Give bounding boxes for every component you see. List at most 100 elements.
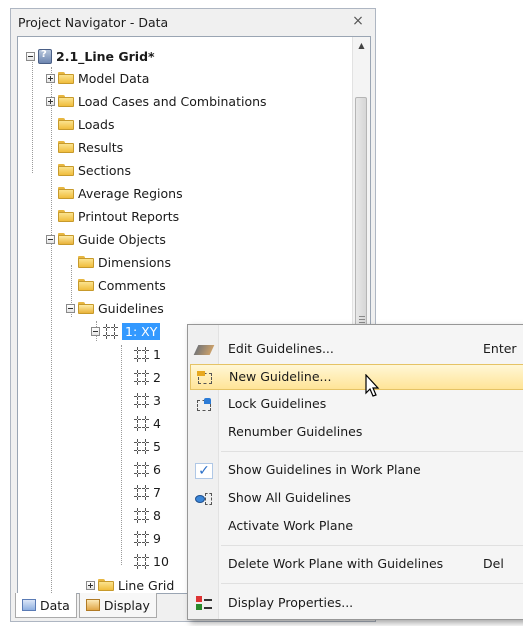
tree-item-label: Load Cases and Combinations — [78, 93, 267, 109]
menu-item-label: New Guideline... — [229, 369, 332, 384]
tree-item-guideline[interactable]: 10 — [134, 550, 169, 572]
menu-item-edit-guidelines[interactable]: Edit Guidelines... Enter — [190, 337, 523, 363]
tree-item-guideline[interactable]: 5 — [134, 435, 161, 457]
tree-item-label: 2 — [153, 369, 161, 385]
tree-item-guide-objects[interactable]: Guide Objects — [46, 228, 166, 250]
tree-item-label: 8 — [153, 507, 161, 523]
data-tab-icon — [22, 599, 36, 611]
tree-item-average-regions[interactable]: Average Regions — [58, 182, 183, 204]
tab-data[interactable]: Data — [15, 593, 77, 618]
edit-icon — [193, 342, 215, 358]
menu-item-label: Lock Guidelines — [228, 396, 327, 411]
grip-line — [359, 316, 365, 317]
tree-item-label: Guide Objects — [78, 231, 166, 247]
dimensions-folder-icon — [78, 256, 94, 268]
folder-icon — [58, 72, 74, 84]
tree-item-label: Printout Reports — [78, 208, 180, 224]
tree-item-label: Results — [78, 139, 124, 155]
close-icon[interactable]: × — [350, 13, 366, 29]
menu-item-show-all-guidelines[interactable]: Show All Guidelines — [190, 486, 523, 512]
menu-item-new-guideline[interactable]: New Guideline... — [190, 364, 523, 390]
comments-folder-icon — [78, 279, 94, 291]
tree-item-load-cases[interactable]: Load Cases and Combinations — [46, 90, 267, 112]
tree-item-label: Average Regions — [78, 185, 183, 201]
guideline-icon — [134, 346, 149, 362]
expand-icon[interactable] — [46, 73, 55, 83]
tree-item-label: Sections — [78, 162, 131, 178]
menu-item-lock-guidelines[interactable]: Lock Guidelines — [190, 392, 523, 418]
tree-item-label: 4 — [153, 415, 161, 431]
tree-item-work-plane-xy[interactable]: 1: XY — [91, 320, 161, 342]
tab-label: Display — [103, 597, 150, 613]
tree-item-guideline[interactable]: 2 — [134, 366, 161, 388]
tree-item-results[interactable]: Results — [58, 136, 123, 158]
menu-item-label: Display Properties... — [228, 595, 354, 610]
folder-icon — [58, 164, 74, 176]
expand-icon[interactable] — [86, 580, 95, 590]
menu-item-renumber-guidelines[interactable]: Renumber Guidelines — [190, 420, 523, 446]
menu-item-delete-work-plane[interactable]: Delete Work Plane with Guidelines Del — [190, 552, 523, 578]
folder-icon — [58, 187, 74, 199]
guideline-icon — [134, 530, 149, 546]
lock-icon — [195, 397, 213, 413]
tree-item-line-grid[interactable]: Line Grid — [86, 574, 174, 593]
collapse-icon[interactable] — [66, 303, 75, 313]
tree-connector — [51, 67, 52, 593]
tree-item-label: Loads — [78, 116, 115, 132]
eye-icon — [195, 491, 213, 507]
tree-item-printout-reports[interactable]: Printout Reports — [58, 205, 179, 227]
collapse-icon[interactable] — [46, 234, 55, 244]
guideline-icon — [134, 415, 149, 431]
tree-item-guideline[interactable]: 3 — [134, 389, 161, 411]
tree-item-loads[interactable]: Loads — [58, 113, 115, 135]
tree-root[interactable]: 2.1_Line Grid* — [26, 45, 155, 67]
tree-item-label: Dimensions — [98, 254, 171, 270]
folder-icon — [58, 210, 74, 222]
tree-item-guideline[interactable]: 7 — [134, 481, 161, 503]
guideline-icon — [134, 507, 149, 523]
folder-icon — [58, 118, 74, 130]
menu-item-label: Show All Guidelines — [228, 490, 351, 505]
folder-icon — [58, 141, 74, 153]
guideline-icon — [134, 461, 149, 477]
menu-separator — [221, 545, 523, 546]
new-guideline-icon — [196, 370, 214, 386]
tree-item-dimensions[interactable]: Dimensions — [78, 251, 171, 273]
folder-icon — [58, 95, 74, 107]
menu-item-label: Activate Work Plane — [228, 518, 354, 533]
tree-item-guideline[interactable]: 6 — [134, 458, 161, 480]
tree-item-label: Guidelines — [98, 300, 164, 316]
menu-item-display-properties[interactable]: Display Properties... — [190, 591, 523, 617]
tree-item-model-data[interactable]: Model Data — [46, 67, 149, 89]
tree-item-guideline[interactable]: 8 — [134, 504, 161, 526]
grip-line — [359, 319, 365, 320]
collapse-icon[interactable] — [26, 51, 35, 61]
tree-item-sections[interactable]: Sections — [58, 159, 131, 181]
menu-item-show-guidelines-in-work-plane[interactable]: ✓ Show Guidelines in Work Plane — [190, 458, 523, 484]
tab-label: Data — [40, 597, 70, 613]
tree-item-guideline[interactable]: 4 — [134, 412, 161, 434]
scroll-up-icon[interactable]: ▲ — [353, 37, 370, 54]
menu-item-activate-work-plane[interactable]: Activate Work Plane — [190, 514, 523, 540]
tree-item-guidelines[interactable]: Guidelines — [66, 297, 164, 319]
tree-item-guideline[interactable]: 9 — [134, 527, 161, 549]
checkmark-icon: ✓ — [195, 463, 213, 479]
tree-item-label: 7 — [153, 484, 161, 500]
menu-item-label: Edit Guidelines... — [228, 341, 334, 356]
tree-item-label: 9 — [153, 530, 161, 546]
tree-item-guideline[interactable]: 1 — [134, 343, 161, 365]
open-folder-icon — [78, 302, 94, 314]
menu-item-label: Show Guidelines in Work Plane — [228, 462, 421, 477]
tree-item-label-selected: 1: XY — [122, 322, 161, 340]
expand-icon[interactable] — [46, 96, 55, 106]
tree-connector — [32, 55, 33, 173]
tree-item-comments[interactable]: Comments — [78, 274, 166, 296]
collapse-icon[interactable] — [91, 326, 100, 336]
menu-item-label: Renumber Guidelines — [228, 424, 363, 439]
menu-item-shortcut: Enter — [483, 341, 517, 356]
tab-display[interactable]: Display — [78, 593, 157, 618]
menu-item-label: Delete Work Plane with Guidelines — [228, 556, 444, 571]
guideline-icon — [134, 438, 149, 454]
folder-icon — [98, 579, 114, 591]
navigator-tabs: Data Display — [15, 593, 159, 619]
